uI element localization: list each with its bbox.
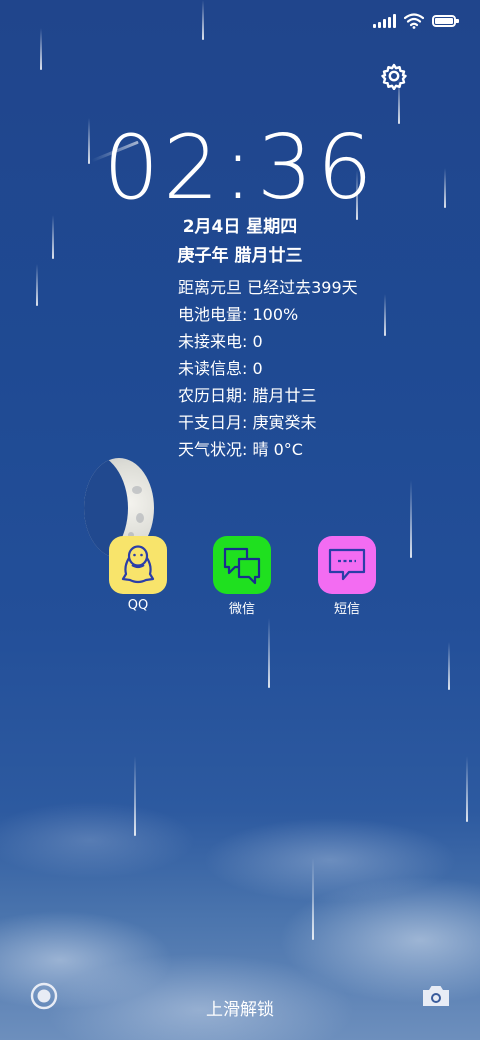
info-line-missed-calls: 未接来电: 0	[178, 332, 263, 351]
battery-fill	[435, 18, 453, 24]
sms-tile[interactable]	[318, 536, 376, 594]
app-label-sms: 短信	[333, 602, 360, 617]
lock-screen-clock: 02:36	[103, 116, 377, 219]
app-label-qq: QQ	[127, 598, 149, 613]
info-line-unread-messages: 未读信息: 0	[178, 359, 263, 378]
date-line: 2月4日 星期四	[182, 217, 298, 237]
chat-bubbles-icon	[223, 547, 261, 585]
app-label-wechat: 微信	[228, 602, 255, 617]
lunar-date-line: 庚子年 腊月廿三	[177, 246, 303, 266]
cloud-background	[0, 710, 480, 1040]
battery-icon	[432, 15, 459, 27]
info-line-lunar-date: 农历日期: 腊月廿三	[178, 386, 317, 405]
info-line-weather: 天气状况: 晴 0°C	[178, 440, 303, 459]
app-sms[interactable]: 短信	[307, 536, 387, 617]
qq-tile[interactable]	[109, 536, 167, 594]
light-streak	[134, 756, 136, 836]
light-streak	[448, 642, 450, 690]
light-streak	[40, 28, 42, 70]
light-streak	[312, 858, 314, 940]
light-streak	[466, 756, 468, 822]
camera-icon[interactable]	[421, 984, 451, 1008]
app-qq[interactable]: QQ	[98, 536, 178, 613]
message-icon	[328, 548, 366, 581]
info-line-new-year: 距离元旦 已经过去399天	[178, 278, 358, 297]
info-widget: 距离元旦 已经过去399天 电池电量: 100% 未接来电: 0 未读信息: 0…	[178, 274, 358, 463]
penguin-icon	[121, 545, 155, 584]
swipe-up-unlock-hint[interactable]: 上滑解锁	[0, 995, 480, 1020]
info-line-battery: 电池电量: 100%	[178, 305, 299, 324]
status-bar	[373, 10, 459, 32]
wechat-tile[interactable]	[213, 536, 271, 594]
info-line-ganzhi: 干支日月: 庚寅癸未	[178, 413, 317, 432]
light-streak	[36, 264, 38, 306]
light-streak	[202, 0, 204, 40]
app-wechat[interactable]: 微信	[202, 536, 282, 617]
signal-icon	[373, 14, 396, 28]
light-streak	[268, 618, 270, 688]
gear-icon[interactable]	[380, 62, 408, 90]
wifi-icon	[404, 13, 424, 29]
light-streak	[410, 480, 412, 558]
light-streak	[384, 294, 386, 336]
